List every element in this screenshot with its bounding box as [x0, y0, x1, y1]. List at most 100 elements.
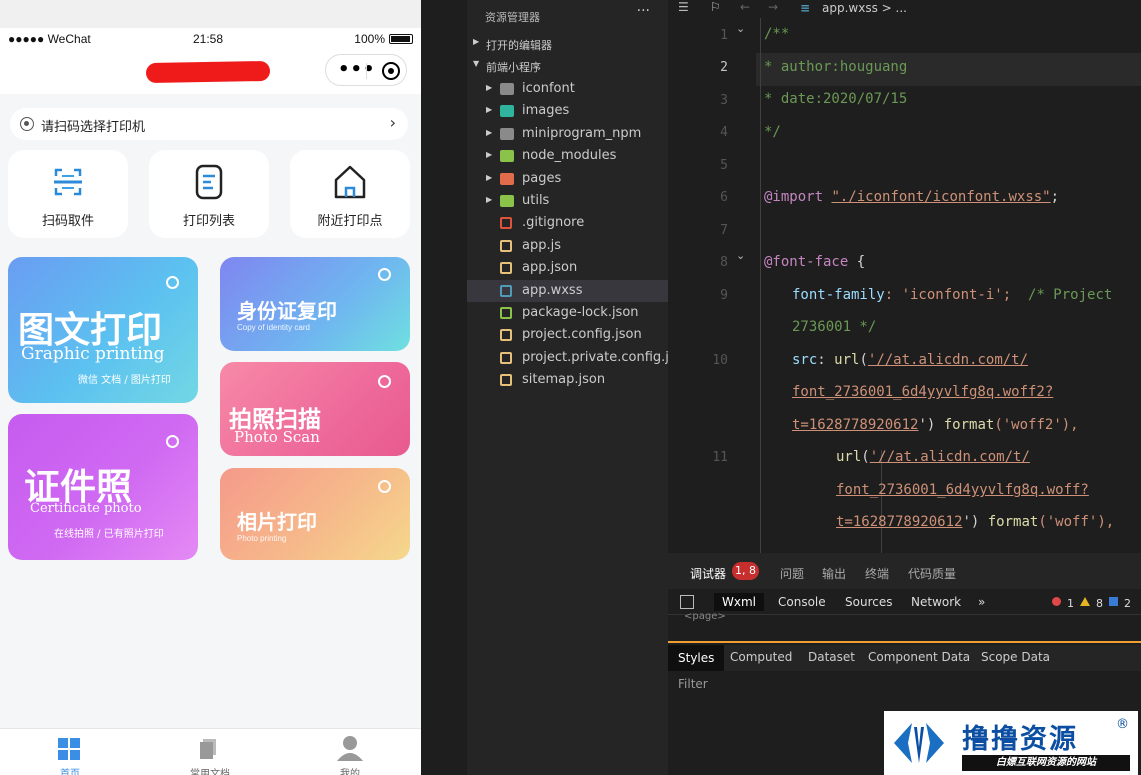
tree-item[interactable]: package-lock.json: [467, 302, 668, 324]
back-icon[interactable]: ←: [740, 0, 750, 14]
watermark: 撸撸资源 ® 白嫖互联网资源的网站: [884, 711, 1138, 775]
info-count: 2: [1124, 597, 1131, 610]
menu-capsule[interactable]: •••: [325, 54, 407, 86]
tree-item[interactable]: app.wxss: [467, 280, 668, 302]
card-subtitle: Graphic printing: [21, 344, 165, 364]
tab-problems[interactable]: 问题: [780, 565, 804, 582]
card-subtitle: Copy of identity card: [237, 323, 310, 332]
battery-percent: 100%: [354, 32, 385, 46]
chevron-right-icon: ▶: [486, 195, 493, 204]
tree-item[interactable]: project.private.config.js...: [467, 347, 688, 369]
breadcrumb[interactable]: app.wxss > ...: [822, 1, 907, 15]
card-photo-scan[interactable]: 拍照扫描 Photo Scan: [220, 362, 410, 456]
action-scan-pickup[interactable]: 扫码取件: [8, 150, 128, 238]
tab-sources[interactable]: Sources: [837, 593, 900, 611]
card-certificate-photo[interactable]: 证件照 Certificate photo 在线拍照 / 已有照片打印: [8, 414, 198, 560]
line-number: 3: [720, 93, 728, 108]
code-token: format: [987, 514, 1039, 530]
tab-wxml[interactable]: Wxml: [714, 593, 764, 611]
tree-item[interactable]: sitemap.json: [467, 369, 668, 391]
card-photo-printing[interactable]: 相片打印 Photo printing: [220, 468, 410, 560]
code-line: * date:2020/07/15: [764, 91, 908, 107]
card-ring-icon: [166, 276, 179, 289]
filter-input[interactable]: Filter: [678, 677, 708, 691]
explorer-title: 资源管理器: [485, 11, 540, 24]
tree-item[interactable]: ▶ utils: [467, 190, 668, 212]
tab-code-quality[interactable]: 代码质量: [908, 565, 956, 582]
watermark-logo-icon: [894, 723, 944, 763]
tab-debugger[interactable]: 调试器: [690, 565, 726, 582]
tree-item[interactable]: project.config.json: [467, 324, 668, 346]
card-title: 相片打印: [237, 510, 317, 534]
tab-dataset[interactable]: Dataset: [808, 650, 855, 664]
code-token: font-family: [792, 287, 885, 303]
inspect-icon[interactable]: [680, 595, 694, 609]
tab-component-data[interactable]: Component Data: [868, 650, 970, 664]
tree-item[interactable]: app.js: [467, 235, 668, 257]
tree-item[interactable]: .gitignore: [467, 212, 668, 234]
action-print-list[interactable]: 打印列表: [149, 150, 269, 238]
code-editor[interactable]: ☰ ⚐ ← → ≡ app.wxss > ... 1 ⌄ 2 3 4 5 6 7…: [668, 0, 1141, 553]
tab-documents[interactable]: 常用文档: [140, 729, 280, 775]
tab-home[interactable]: 首页: [0, 729, 140, 775]
error-count: 1: [1067, 597, 1074, 610]
issue-counts[interactable]: 1 8 2: [1052, 597, 1131, 610]
scan-printer-bar[interactable]: 请扫码选择打印机 ›: [10, 108, 408, 140]
folder-icon: [500, 105, 514, 117]
action-nearby-points[interactable]: 附近打印点: [290, 150, 410, 238]
close-miniprogram-icon[interactable]: [382, 62, 400, 80]
code-token: format: [943, 417, 995, 433]
fold-icon[interactable]: ⌄: [736, 249, 745, 262]
bookmark-icon[interactable]: ⚐: [710, 0, 721, 14]
forward-icon[interactable]: →: [768, 0, 778, 14]
more-icon[interactable]: •••: [338, 61, 376, 79]
tree-item[interactable]: ▶ pages: [467, 168, 668, 190]
chevron-right-icon: ▶: [486, 128, 493, 137]
line-number: 10: [712, 353, 728, 368]
code-token: :: [817, 352, 835, 368]
code-line: t=1628778920612') format('woff2'),: [792, 417, 1079, 433]
tree-item[interactable]: app.json: [467, 257, 668, 279]
tree-item-label: project.private.config.js...: [522, 350, 689, 365]
tab-output[interactable]: 输出: [822, 565, 846, 582]
tab-scope-data[interactable]: Scope Data: [981, 650, 1050, 664]
tab-styles[interactable]: Styles: [668, 645, 725, 671]
home-icon: [334, 165, 366, 199]
tab-mine[interactable]: 我的: [280, 729, 420, 775]
tree-item[interactable]: ▶ miniprogram_npm: [467, 123, 668, 145]
tree-item[interactable]: ▶ node_modules: [467, 145, 668, 167]
line-number: 1: [720, 28, 728, 43]
chevron-right-icon: ▶: [486, 150, 493, 159]
code-area[interactable]: /** * author:houguang * date:2020/07/15 …: [756, 18, 1141, 553]
wxml-tree[interactable]: <page>: [668, 611, 1141, 643]
code-line: url('//at.alicdn.com/t/: [836, 449, 1030, 465]
folder-icon: [500, 150, 514, 162]
debug-tab-row: 调试器 1, 8 问题 输出 终端 代码质量: [668, 553, 1141, 589]
code-token: '): [962, 514, 988, 530]
section-open-editors[interactable]: ▶ 打开的编辑器: [467, 34, 668, 54]
tab-terminal[interactable]: 终端: [865, 565, 889, 582]
card-title: 身份证复印: [237, 299, 337, 323]
tree-item-label: pages: [522, 171, 562, 186]
section-project[interactable]: ▼ 前端小程序: [467, 56, 668, 76]
card-graphic-printing[interactable]: 图文打印 Graphic printing 微信 文档 / 图片打印: [8, 257, 198, 403]
tree-item[interactable]: ▶ iconfont: [467, 78, 668, 100]
code-token: : 'iconfont-i';: [884, 287, 1012, 303]
list-icon[interactable]: ☰: [678, 0, 689, 14]
tab-computed[interactable]: Computed: [730, 650, 792, 664]
more-tabs-icon[interactable]: »: [970, 593, 993, 611]
folder-icon: [500, 173, 514, 185]
tree-item-label: app.json: [522, 260, 578, 275]
wxml-node[interactable]: <page>: [684, 611, 726, 622]
more-actions-icon[interactable]: ···: [637, 3, 650, 19]
warning-count: 8: [1096, 597, 1103, 610]
tree-item[interactable]: ▶ images: [467, 100, 668, 122]
tab-console[interactable]: Console: [770, 593, 834, 611]
action-label: 扫码取件: [41, 214, 94, 229]
card-id-copy[interactable]: 身份证复印 Copy of identity card: [220, 257, 410, 351]
nav-bar: •••: [0, 50, 421, 94]
fold-icon[interactable]: ⌄: [736, 22, 745, 35]
file-icon: [500, 307, 512, 319]
tab-network[interactable]: Network: [903, 593, 969, 611]
code-token: '//at.alicdn.com/t/: [867, 352, 1029, 368]
